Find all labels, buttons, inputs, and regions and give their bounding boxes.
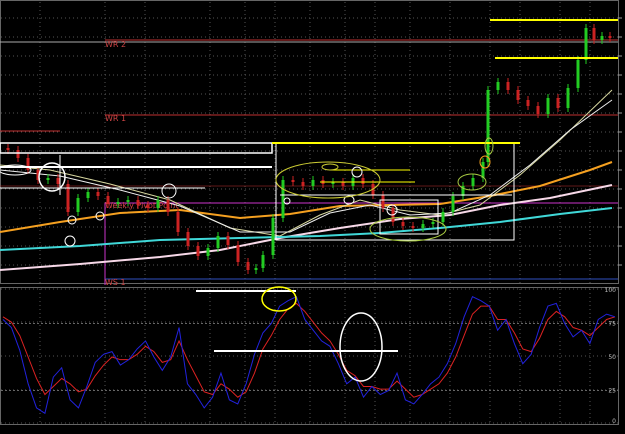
annotation-box	[275, 142, 515, 241]
candle-body	[56, 178, 60, 184]
candle-body	[186, 232, 190, 246]
level-label: WR 1	[105, 114, 126, 123]
candle-body	[546, 98, 550, 114]
candle-body	[496, 82, 500, 90]
candle-body	[156, 200, 160, 208]
candle-body	[136, 200, 140, 205]
candle-body	[592, 28, 596, 40]
candle-body	[486, 90, 490, 162]
candle-body	[451, 196, 455, 212]
candle-body	[6, 148, 10, 150]
candle-body	[46, 178, 50, 180]
candle-body	[16, 150, 20, 158]
candle-body	[600, 36, 604, 40]
candle-body	[246, 262, 250, 270]
annotation-circle	[64, 235, 76, 247]
candle-body	[361, 178, 365, 184]
candle-body	[481, 162, 485, 178]
candle-body	[381, 195, 385, 208]
candle-body	[96, 192, 100, 196]
osc-scale-label: 100	[605, 287, 617, 294]
candle-body	[116, 202, 120, 204]
candle-body	[196, 246, 200, 256]
chart-canvas: WR 2WR 1Weekly Pivot PointWS 11007550250	[0, 0, 622, 425]
candle-body	[126, 200, 130, 202]
level-label: WR 2	[105, 40, 126, 49]
candle-body	[516, 90, 520, 100]
candle-body	[166, 200, 170, 212]
candle-body	[216, 236, 220, 248]
candle-body	[146, 205, 150, 208]
candle-body	[556, 98, 560, 108]
osc-blue-line	[2, 296, 616, 415]
candle-body	[261, 255, 265, 268]
annotation-ellipse	[321, 163, 339, 171]
candle-body	[608, 36, 612, 38]
candle-body	[431, 222, 435, 224]
level-label: WS 1	[105, 278, 126, 287]
candle-body	[281, 180, 285, 218]
osc-scale-label: 25	[608, 388, 616, 395]
osc-scale-label: 0	[612, 418, 616, 425]
candle-body	[106, 196, 110, 204]
candle-body	[536, 106, 540, 114]
candle-body	[341, 182, 345, 186]
candle-body	[421, 224, 425, 228]
candle-body	[441, 212, 445, 222]
candle-body	[301, 182, 305, 186]
candle-body	[254, 268, 258, 270]
candle-body	[86, 192, 90, 198]
candle-body	[311, 180, 315, 186]
candle-body	[471, 178, 475, 186]
candle-body	[291, 180, 295, 182]
annotation-circle	[351, 166, 363, 178]
candle-body	[526, 100, 530, 106]
candle-body	[26, 158, 30, 170]
candle-body	[401, 222, 405, 226]
candle-body	[226, 236, 230, 245]
annotation-box	[0, 142, 273, 154]
candle-body	[576, 60, 580, 88]
chart-window: WR 2 WR 1 Weekly Pivot Point WS 1 100 75 50 25 0	[0, 0, 625, 434]
candle-body	[411, 226, 415, 228]
osc-scale-label: 75	[608, 321, 616, 328]
candle-body	[566, 88, 570, 108]
osc-scale-label: 50	[608, 354, 616, 361]
candle-body	[584, 28, 588, 60]
candle-body	[76, 198, 80, 212]
candle-body	[236, 245, 240, 262]
candle-body	[271, 218, 275, 255]
candle-body	[206, 248, 210, 256]
candle-body	[176, 212, 180, 232]
candle-body	[506, 82, 510, 90]
